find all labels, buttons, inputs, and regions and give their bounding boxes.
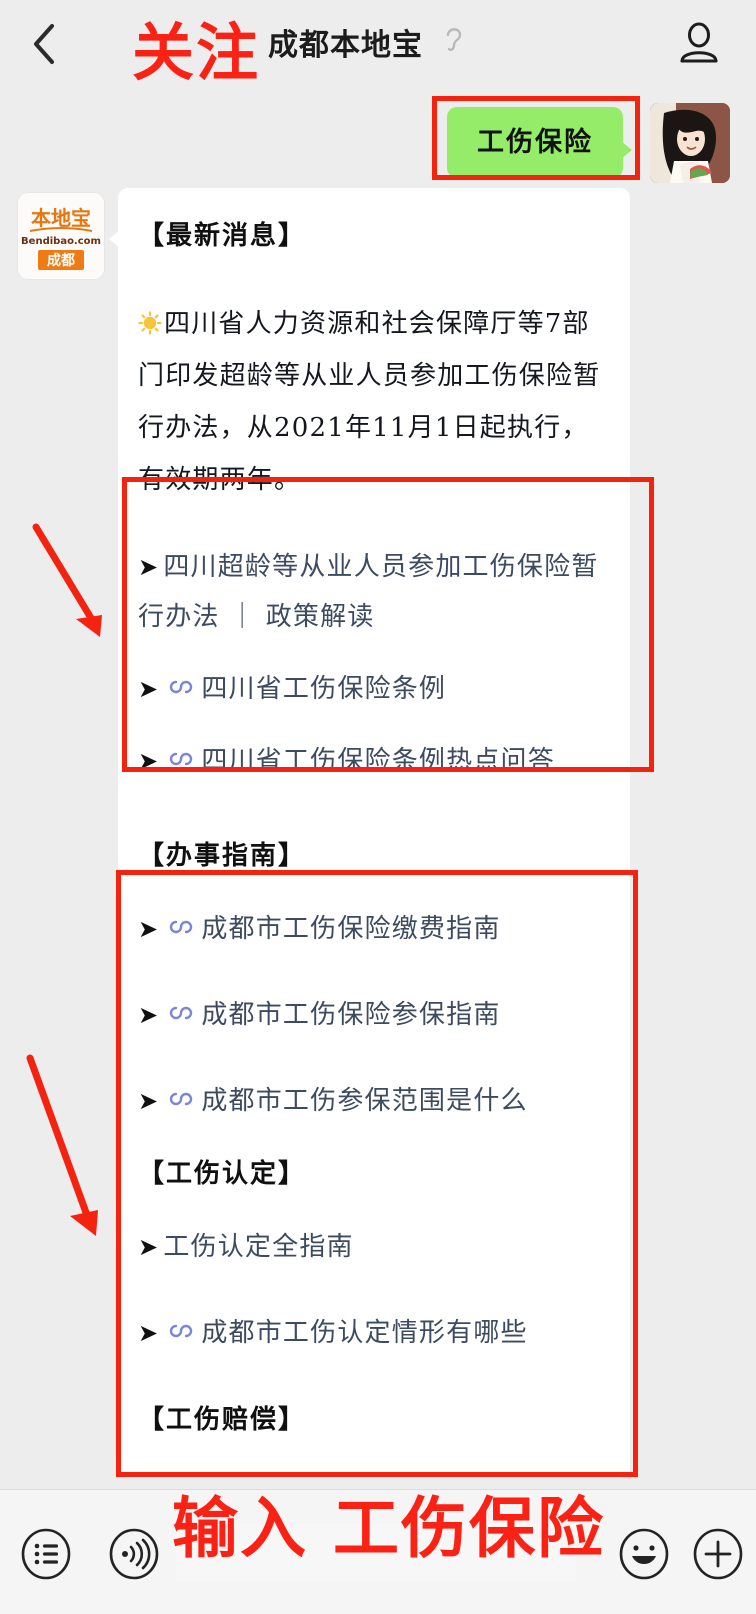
page-title: 成都本地宝 bbox=[268, 28, 423, 63]
link-label: 四川省工伤保险条例热点问答 bbox=[201, 746, 555, 776]
chat-header: 成都本地宝 bbox=[0, 0, 756, 88]
sun-emoji-icon bbox=[138, 311, 162, 335]
link-label: 成都市工伤保险缴费指南 bbox=[201, 914, 501, 944]
arrow-right-icon: ➤ bbox=[138, 1001, 160, 1029]
chat-message-area: 工伤保险 本地宝 Bendibao.com 成都 【最新消息】 四川省人力资源和… bbox=[0, 88, 756, 1490]
contact-person-icon bbox=[680, 22, 718, 63]
link-item[interactable]: ➤ 成都市工伤认定情形有哪些 bbox=[118, 1308, 630, 1358]
arrow-right-icon: ➤ bbox=[138, 747, 160, 775]
arrow-right-icon: ➤ bbox=[138, 1319, 160, 1347]
wechat-link-icon bbox=[170, 1092, 193, 1106]
section-injury-recognition: 【工伤认定】 bbox=[138, 1159, 307, 1189]
link-label: 四川超龄等从业人员参加工伤保险暂行办法 ｜ 政策解读 bbox=[138, 552, 599, 632]
wechat-link-icon bbox=[170, 920, 193, 934]
sender-avatar[interactable]: 本地宝 Bendibao.com 成都 bbox=[18, 193, 104, 279]
section-injury-compensation: 【工伤赔偿】 bbox=[138, 1405, 307, 1435]
chat-input-toolbar bbox=[0, 1489, 756, 1614]
arrow-right-icon: ➤ bbox=[138, 915, 160, 943]
menu-button[interactable] bbox=[18, 1526, 74, 1582]
contact-info-button[interactable] bbox=[672, 18, 726, 70]
link-item[interactable]: ➤ 成都市工伤保险参保指南 bbox=[118, 990, 630, 1040]
link-item[interactable]: ➤ 工伤认定全指南 bbox=[118, 1222, 630, 1272]
smiley-face-icon bbox=[619, 1528, 669, 1580]
link-item[interactable]: ➤ 成都市工伤参保范围是什么 bbox=[118, 1076, 630, 1126]
chevron-left-icon bbox=[34, 24, 54, 64]
link-label: 工伤认定全指南 bbox=[163, 1232, 354, 1262]
wechat-link-icon bbox=[170, 1324, 193, 1338]
news-paragraph-text: 四川省人力资源和社会保障厅等7部门印发超龄等从业人员参加工伤保险暂行办法，从20… bbox=[138, 309, 601, 495]
more-actions-button[interactable] bbox=[690, 1526, 746, 1582]
link-item[interactable]: ➤ 四川省工伤保险条例热点问答 bbox=[118, 736, 630, 786]
arrow-right-icon: ➤ bbox=[138, 553, 160, 581]
svg-text:Bendibao.com: Bendibao.com bbox=[21, 236, 101, 247]
arrow-right-icon: ➤ bbox=[138, 1087, 160, 1115]
link-item[interactable]: ➤ 四川省工伤保险条例 bbox=[118, 664, 630, 714]
voice-input-button[interactable] bbox=[106, 1526, 162, 1582]
link-label: 成都市工伤保险参保指南 bbox=[201, 1000, 501, 1030]
arrow-right-icon: ➤ bbox=[138, 1233, 160, 1261]
svg-text:本地宝: 本地宝 bbox=[31, 206, 91, 230]
user-avatar[interactable] bbox=[650, 103, 730, 183]
svg-text:成都: 成都 bbox=[47, 252, 75, 269]
news-paragraph: 四川省人力资源和社会保障厅等7部门印发超龄等从业人员参加工伤保险暂行办法，从20… bbox=[118, 298, 630, 506]
plus-circle-icon bbox=[693, 1528, 743, 1580]
wechat-link-icon bbox=[170, 1006, 193, 1020]
avatar-girl-illustration bbox=[650, 103, 730, 183]
link-item[interactable]: ➤ 四川超龄等从业人员参加工伤保险暂行办法 ｜ 政策解读 bbox=[118, 542, 630, 642]
section-service-guide: 【办事指南】 bbox=[138, 841, 307, 871]
wechat-link-icon bbox=[170, 680, 193, 694]
emoji-button[interactable] bbox=[616, 1526, 672, 1582]
incoming-message-bubble[interactable]: 【最新消息】 四川省人力资源和社会保障厅等7部门印发超龄等从业人员参加工伤保险暂… bbox=[109, 188, 630, 1478]
link-label: 四川省工伤保险条例 bbox=[201, 674, 447, 704]
link-label: 成都市工伤参保范围是什么 bbox=[201, 1086, 528, 1116]
bendibao-logo-icon: 本地宝 Bendibao.com 成都 bbox=[18, 193, 104, 279]
wechat-link-icon bbox=[170, 752, 193, 766]
list-menu-icon bbox=[21, 1528, 71, 1580]
message-input-field[interactable] bbox=[176, 1524, 576, 1582]
link-label: 成都市工伤认定情形有哪些 bbox=[201, 1318, 528, 1348]
link-item[interactable]: ➤ 成都市工伤保险缴费指南 bbox=[118, 904, 630, 954]
section-latest-news: 【最新消息】 bbox=[138, 221, 307, 251]
ear-listening-icon bbox=[446, 28, 462, 51]
outgoing-message-row: 工伤保险 bbox=[0, 98, 756, 198]
arrow-right-icon: ➤ bbox=[138, 675, 160, 703]
outgoing-message-bubble[interactable]: 工伤保险 bbox=[447, 107, 632, 178]
voice-wave-icon bbox=[109, 1528, 159, 1580]
back-button[interactable] bbox=[20, 18, 68, 70]
